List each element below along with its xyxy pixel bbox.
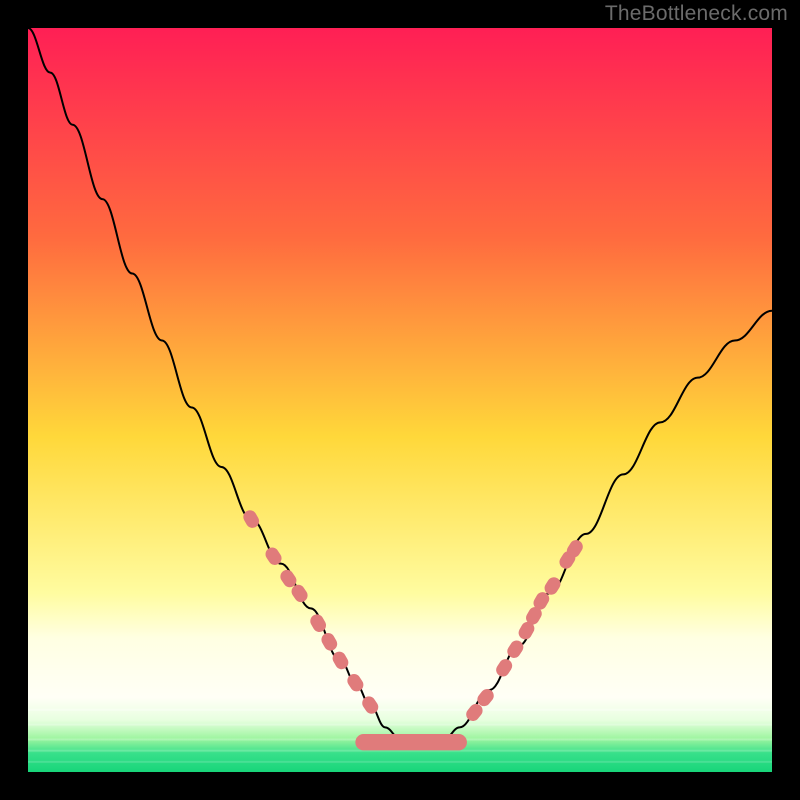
gradient-background [28,28,772,772]
band-line [28,724,772,726]
chart-svg [28,28,772,772]
watermark-text: TheBottleneck.com [605,2,788,26]
band-line [28,761,772,763]
plot-area [28,28,772,772]
bottom-pill [355,734,467,750]
chart-frame: TheBottleneck.com [0,0,800,800]
band-line [28,709,772,711]
